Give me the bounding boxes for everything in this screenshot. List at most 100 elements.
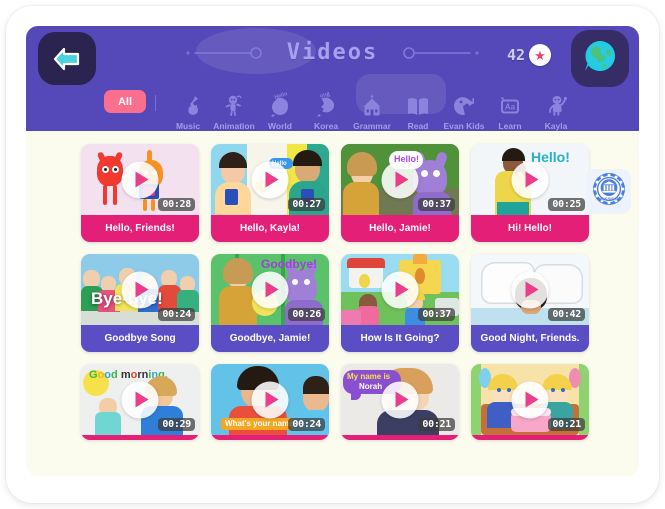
category-label: Read [407, 121, 429, 131]
video-title: Goodbye Song [81, 325, 199, 352]
video-row: Good morning. 00:29 What's your name? 00… [81, 364, 639, 440]
video-card[interactable]: Hello! 00:25 Hi! Hello! [471, 144, 589, 242]
play-button[interactable] [381, 381, 419, 418]
video-duration: 00:24 [288, 418, 325, 431]
video-row: Bye-bye! 00:24 Goodbye Song [81, 254, 639, 352]
app-surface: Videos 42 ★ All Music Animation Hello Wo… [26, 26, 639, 476]
back-arrow-icon [52, 46, 82, 72]
video-thumbnail: Hello! 00:37 [341, 144, 459, 215]
category-item-learn[interactable]: Aa Learn [487, 83, 533, 131]
video-grid: 00:28 Hello, Friends! 00:27 Hello, Kayla… [26, 131, 639, 476]
title-swirl-right [384, 45, 480, 61]
filter-all-button[interactable]: All [104, 90, 146, 113]
hello-speech-icon: Hello [267, 92, 293, 118]
category-label: Korea [313, 121, 339, 131]
video-thumbnail: What's your name? 00:24 [211, 364, 329, 435]
category-item-grammar[interactable]: Grammar [349, 83, 395, 131]
device-frame: Videos 42 ★ All Music Animation Hello Wo… [6, 6, 659, 503]
category-label: Music [175, 121, 201, 131]
video-card[interactable]: 00:21 [471, 364, 589, 440]
video-duration: 00:25 [548, 198, 585, 211]
aa-card-icon: Aa [498, 92, 522, 118]
category-label: Learn [498, 121, 522, 131]
category-label: World [268, 121, 292, 131]
app-header: Videos 42 ★ All Music Animation Hello Wo… [26, 26, 639, 131]
play-button[interactable] [251, 381, 289, 418]
video-thumbnail: My name is Norah 00:21 [341, 364, 459, 435]
category-label: Animation [213, 121, 255, 131]
video-title: How Is It Going? [341, 325, 459, 352]
video-title [471, 435, 589, 440]
play-button[interactable] [121, 271, 159, 308]
video-title [81, 435, 199, 440]
globe-button[interactable] [571, 30, 629, 87]
play-button[interactable] [511, 271, 549, 308]
video-card[interactable]: 00:37 How Is It Going? [341, 254, 459, 352]
certification-seal-icon: MISSION [591, 171, 627, 212]
header-decoration [196, 28, 316, 74]
play-button[interactable] [511, 381, 549, 418]
play-button[interactable] [251, 271, 289, 308]
play-button[interactable] [381, 271, 419, 308]
video-thumbnail: Good morning. 00:29 [81, 364, 199, 435]
video-title: Hello, Jamie! [341, 215, 459, 242]
star-counter[interactable]: 42 ★ [507, 44, 551, 66]
certification-seal-badge[interactable]: MISSION [586, 169, 631, 214]
robot-icon [222, 92, 246, 118]
play-button[interactable] [251, 161, 289, 198]
video-card[interactable]: What's your name? 00:24 [211, 364, 329, 440]
video-thumbnail: 00:37 [341, 254, 459, 325]
play-button[interactable] [511, 161, 549, 198]
video-duration: 00:21 [548, 418, 585, 431]
video-title: Hello, Kayla! [211, 215, 329, 242]
category-item-korea[interactable]: 안녕 Korea [303, 83, 349, 131]
star-badge: ★ [529, 44, 551, 66]
video-thumbnail: Hello! 00:25 [471, 144, 589, 215]
globe-icon [582, 38, 618, 79]
video-title [211, 435, 329, 440]
video-thumbnail: 00:21 [471, 364, 589, 435]
category-item-evan-kids[interactable]: Evan Kids [441, 83, 487, 131]
category-item-read[interactable]: Read [395, 83, 441, 131]
video-duration: 00:29 [158, 418, 195, 431]
category-bar: All Music Animation Hello World 안녕 Korea… [26, 74, 639, 131]
video-duration: 00:26 [288, 308, 325, 321]
guitar-icon [176, 92, 200, 118]
video-card[interactable]: Goodbye! 00:26 Goodbye, Jamie! [211, 254, 329, 352]
category-divider [155, 95, 156, 111]
video-title [341, 435, 459, 440]
video-thumbnail: Goodbye! 00:26 [211, 254, 329, 325]
back-button[interactable] [38, 32, 96, 85]
category-item-animation[interactable]: Animation [211, 83, 257, 131]
video-card[interactable]: Hello! 00:37 Hello, Jamie! [341, 144, 459, 242]
video-duration: 00:37 [418, 198, 455, 211]
korea-speech-icon: 안녕 [313, 92, 339, 118]
play-button[interactable] [121, 161, 159, 198]
video-card[interactable]: 00:42 Good Night, Friends. [471, 254, 589, 352]
video-title: Good Night, Friends. [471, 325, 589, 352]
video-card[interactable]: Hello 00:27 Hello, Kayla! [211, 144, 329, 242]
video-thumbnail: Hello 00:27 [211, 144, 329, 215]
video-title: Goodbye, Jamie! [211, 325, 329, 352]
category-item-world[interactable]: Hello World [257, 83, 303, 131]
category-item-music[interactable]: Music [165, 83, 211, 131]
house-icon [360, 92, 384, 118]
kayla-character-icon [544, 92, 568, 118]
svg-text:Aa: Aa [505, 103, 516, 112]
category-item-kayla[interactable]: Kayla [533, 83, 579, 131]
book-icon [406, 92, 430, 118]
video-duration: 00:21 [418, 418, 455, 431]
video-duration: 00:28 [158, 198, 195, 211]
play-button[interactable] [121, 381, 159, 418]
video-card[interactable]: Bye-bye! 00:24 Goodbye Song [81, 254, 199, 352]
video-title: Hello, Friends! [81, 215, 199, 242]
play-button[interactable] [381, 161, 419, 198]
video-card[interactable]: Good morning. 00:29 [81, 364, 199, 440]
video-card[interactable]: My name is Norah 00:21 [341, 364, 459, 440]
video-card[interactable]: 00:28 Hello, Friends! [81, 144, 199, 242]
video-thumbnail: 00:28 [81, 144, 199, 215]
video-row: 00:28 Hello, Friends! 00:27 Hello, Kayla… [81, 144, 639, 242]
video-duration: 00:27 [288, 198, 325, 211]
video-duration: 00:24 [158, 308, 195, 321]
svg-text:MISSION: MISSION [600, 197, 618, 202]
